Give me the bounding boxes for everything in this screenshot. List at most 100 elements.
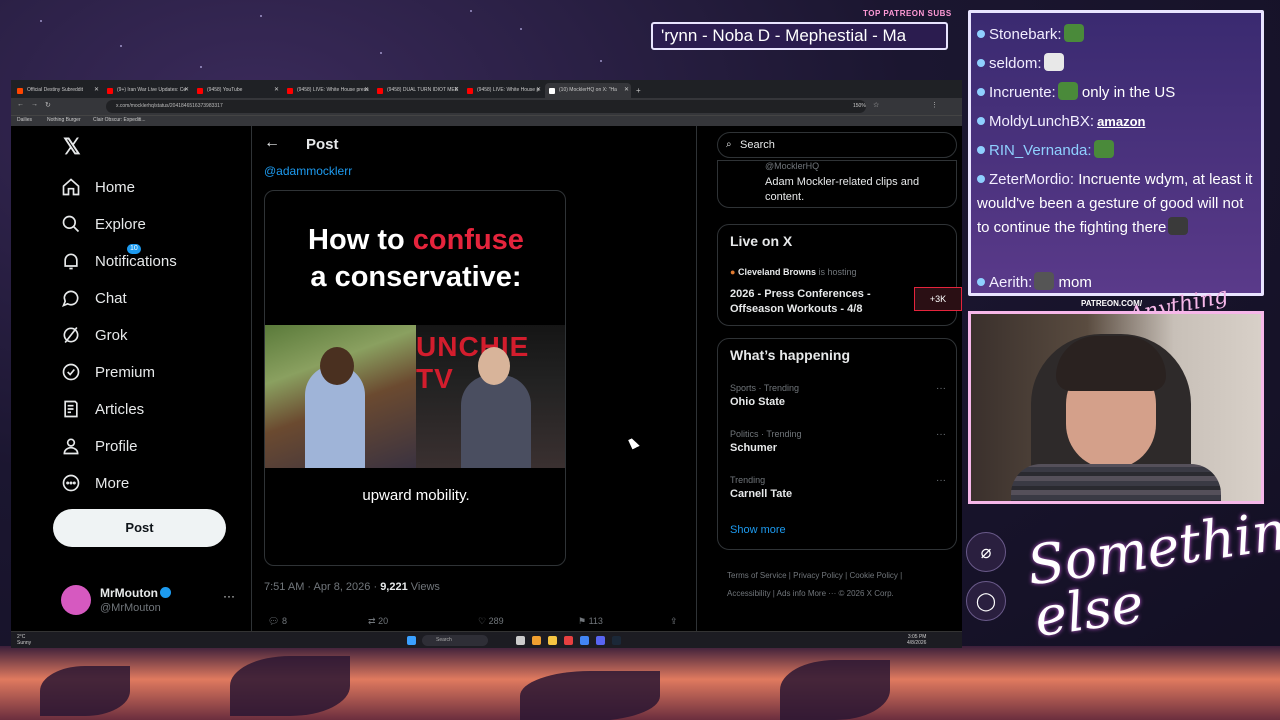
reload-icon[interactable]: ↻ xyxy=(45,101,51,109)
reply-icon: 💬︎ xyxy=(268,616,280,626)
youtube-icon xyxy=(107,88,113,94)
nav-explore[interactable]: Explore xyxy=(61,209,146,239)
close-icon[interactable]: ✕ xyxy=(536,83,541,98)
windows-start-icon[interactable] xyxy=(407,636,416,645)
bookmark-nothing-burger[interactable]: Nothing Burger xyxy=(47,117,81,123)
more-options-icon[interactable]: ··· xyxy=(223,589,235,603)
tab-white-house-1[interactable]: (9458) LIVE: White House press ✕ xyxy=(283,83,371,98)
show-more-link[interactable]: Show more xyxy=(730,524,786,536)
repost-button[interactable]: ⇄ 20 xyxy=(368,616,388,627)
footer-ads[interactable]: Ads info xyxy=(777,589,806,598)
file-explorer-icon[interactable] xyxy=(548,636,557,645)
chat-icon xyxy=(62,290,79,307)
tab-destiny-subreddit[interactable]: Official Destiny Subreddit ✕ xyxy=(13,83,101,98)
weather-widget[interactable]: 2°C Sunny xyxy=(17,634,31,646)
x-logo-icon[interactable]: 𝕏 xyxy=(63,134,81,160)
post-actions: 💬︎ 8 ⇄ 20 ♡ 289 ⚑ 113 ⇪ xyxy=(264,616,684,630)
pepe-emote-icon xyxy=(1063,24,1084,42)
trend-item[interactable]: Politics · Trending Schumer xyxy=(730,429,802,454)
chrome-icon[interactable] xyxy=(580,636,589,645)
footer-more[interactable]: More ··· xyxy=(808,589,836,598)
amazon-emote: amazon xyxy=(1097,114,1146,129)
close-icon[interactable]: ✕ xyxy=(94,83,99,98)
app-icon[interactable] xyxy=(564,636,573,645)
forward-icon[interactable]: → xyxy=(31,101,38,108)
footer-terms[interactable]: Terms of Service xyxy=(727,571,787,580)
search-icon xyxy=(62,215,80,233)
youtube-icon xyxy=(197,88,203,94)
view-count: 9,221 xyxy=(380,581,408,593)
nav-home[interactable]: Home xyxy=(61,172,135,202)
nav-more[interactable]: More xyxy=(61,468,129,498)
new-tab-button[interactable]: + xyxy=(633,83,647,98)
reply-button[interactable]: 💬︎ 8 xyxy=(268,616,287,627)
nav-chat[interactable]: Chat xyxy=(61,283,127,313)
grok-icon[interactable]: ⌀ xyxy=(966,532,1006,572)
post-header: ← Post xyxy=(252,126,698,162)
firefox-icon[interactable] xyxy=(532,636,541,645)
about-handle: @MocklerHQ xyxy=(765,161,820,171)
system-clock[interactable]: 3:05 PM 4/8/2026 xyxy=(907,634,926,646)
bookmarks-bar: Dailies Nothing Burger Clair Obscur: Exp… xyxy=(11,115,962,126)
account-handle: @MrMouton xyxy=(100,602,161,614)
compose-post-button[interactable]: Post xyxy=(53,509,226,547)
tab-dual-turn[interactable]: (9458) DUAL TURN IDIOT MEE ✕ xyxy=(373,83,461,98)
url-field[interactable]: x.com/mocklerhq/status/20418465163739833… xyxy=(106,100,866,113)
post-media[interactable]: How to confuse a conservative: UNCHIE TV… xyxy=(264,190,566,566)
trend-more-icon[interactable]: ··· xyxy=(936,429,946,440)
taskbar: 2°C Sunny Search 3:05 PM 4/8/2026 xyxy=(11,631,962,648)
extensions-icon[interactable]: ⋮ xyxy=(931,101,938,109)
close-icon[interactable]: ✕ xyxy=(364,83,369,98)
footer-copyright: © 2026 X Corp. xyxy=(838,589,894,598)
close-icon[interactable]: ✕ xyxy=(454,83,459,98)
trend-more-icon[interactable]: ··· xyxy=(936,383,946,394)
bookmark-dailies[interactable]: Dailies xyxy=(17,117,32,123)
nav-articles[interactable]: Articles xyxy=(61,394,144,424)
tab-white-house-2[interactable]: (9458) LIVE: White House p ✕ xyxy=(463,83,543,98)
share-icon[interactable]: ⇪ xyxy=(670,616,678,627)
zoom-level[interactable]: 150% xyxy=(853,103,866,109)
nav-notifications[interactable]: 10 Notifications xyxy=(61,244,177,276)
task-view-icon[interactable] xyxy=(516,636,525,645)
home-icon xyxy=(62,178,80,196)
like-button[interactable]: ♡ 289 xyxy=(478,616,504,627)
footer-cookie[interactable]: Cookie Policy xyxy=(849,571,897,580)
address-bar-row: ← → ↻ x.com/mocklerhq/status/20418465163… xyxy=(11,98,962,115)
nav-premium[interactable]: Premium xyxy=(61,357,155,387)
taskbar-search[interactable]: Search xyxy=(422,635,488,646)
bookmark-button[interactable]: ⚑ 113 xyxy=(578,616,603,627)
close-icon[interactable]: ✕ xyxy=(274,83,279,98)
tab-iran-war[interactable]: (9+) Iran War Live Updates: Ce ✕ xyxy=(103,83,191,98)
footer-accessibility[interactable]: Accessibility xyxy=(727,589,771,598)
stream-chat: Stonebark: seldom: Incruente: only in th… xyxy=(968,10,1264,296)
trend-item[interactable]: Trending Carnell Tate xyxy=(730,475,792,500)
chat-bubble-icon[interactable]: ◯ xyxy=(966,581,1006,621)
tab-bar: Official Destiny Subreddit ✕ (9+) Iran Wa… xyxy=(11,80,962,98)
youtube-icon xyxy=(467,88,473,94)
steam-icon[interactable] xyxy=(612,636,621,645)
nav-profile[interactable]: Profile xyxy=(61,431,138,461)
bookmark-icon: ⚑ xyxy=(578,616,587,626)
tab-mocklerhq[interactable]: (10) MocklerHQ on X: "Ha ✕ xyxy=(545,83,631,98)
trend-more-icon[interactable]: ··· xyxy=(936,475,946,486)
live-host: ● Cleveland Browns is hosting xyxy=(730,267,857,277)
back-arrow-icon[interactable]: ← xyxy=(264,134,280,152)
search-input[interactable]: ⌕ Search xyxy=(717,132,957,158)
account-switcher[interactable]: MrMouton @MrMouton ··· xyxy=(59,583,249,623)
live-event-link[interactable]: 2026 - Press Conferences - Offseason Wor… xyxy=(730,287,890,317)
discord-icon[interactable] xyxy=(596,636,605,645)
patreon-subs-label: TOP PATREON SUBS xyxy=(863,9,952,18)
nav-grok[interactable]: Grok xyxy=(61,320,128,350)
mention-link[interactable]: @adammocklerr xyxy=(264,164,352,178)
close-icon[interactable]: ✕ xyxy=(184,83,189,98)
close-icon[interactable]: ✕ xyxy=(624,83,629,98)
footer-privacy[interactable]: Privacy Policy xyxy=(793,571,843,580)
star-icon[interactable]: ☆ xyxy=(873,101,879,109)
happening-title: What’s happening xyxy=(730,347,851,363)
bookmark-clair-obscur[interactable]: Clair Obscur: Expediti... xyxy=(93,117,146,123)
trend-item[interactable]: Sports · Trending Ohio State xyxy=(730,383,799,408)
live-listener-count[interactable]: +3K xyxy=(914,287,962,311)
tab-youtube[interactable]: (9458) YouTube ✕ xyxy=(193,83,281,98)
back-icon[interactable]: ← xyxy=(17,101,24,108)
x-sidebar: 𝕏 Home Explore 10 Notifications Chat Gro… xyxy=(11,126,251,631)
